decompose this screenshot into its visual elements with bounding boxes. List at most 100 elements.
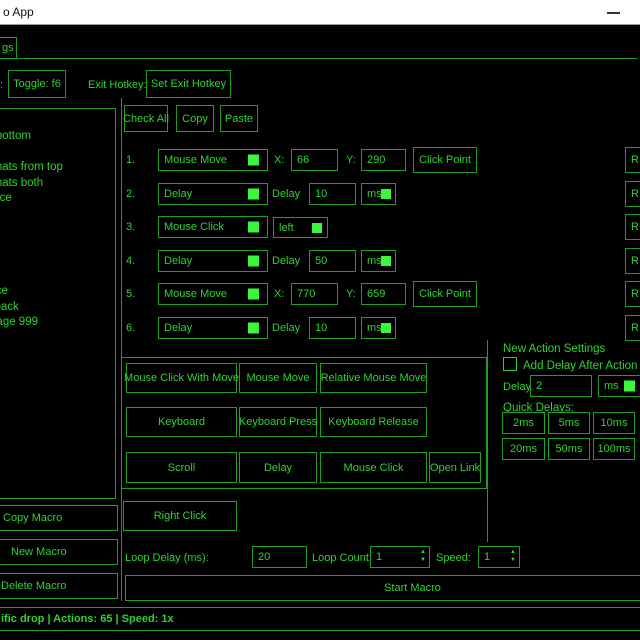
toggle-hotkey-button[interactable]: Toggle: f6 bbox=[8, 70, 66, 98]
titlebar: o App bbox=[0, 0, 640, 25]
list-item[interactable]: g mats from top bbox=[0, 161, 63, 173]
delete-macro-button[interactable]: Delete Macro bbox=[0, 573, 118, 599]
spinner-down-icon[interactable]: ▼ bbox=[420, 557, 426, 563]
add-mouse-click-button[interactable]: Mouse Click bbox=[320, 452, 427, 483]
add-mouse-click-with-move-button[interactable]: Mouse Click With Move bbox=[126, 363, 237, 393]
y-coordinate-input[interactable]: 290 bbox=[361, 149, 406, 171]
loop-delay-label: Loop Delay (ms): bbox=[125, 551, 209, 565]
spinner-down-icon[interactable]: ▼ bbox=[510, 557, 516, 563]
minimize-button[interactable] bbox=[598, 0, 628, 25]
spinner-up-icon[interactable]: ▲ bbox=[510, 549, 516, 555]
add-scroll-button[interactable]: Scroll bbox=[126, 452, 237, 483]
click-point-button[interactable]: Click Point bbox=[413, 281, 477, 307]
status-text: ific drop | Actions: 65 | Speed: 1x bbox=[0, 613, 174, 625]
add-keyboard-release-button[interactable]: Keyboard Release bbox=[320, 407, 427, 437]
add-keyboard-press-button[interactable]: Keyboard Press bbox=[239, 407, 317, 437]
action-type-value: Mouse Move bbox=[164, 288, 227, 300]
remove-action-button[interactable]: R bbox=[625, 315, 640, 341]
remove-action-button[interactable]: R bbox=[625, 281, 640, 307]
x-coordinate-input[interactable]: 770 bbox=[291, 283, 338, 305]
delay-unit-value: ms bbox=[367, 255, 382, 267]
new-macro-label: New Macro bbox=[11, 546, 67, 558]
list-item[interactable]: m bottom bbox=[0, 130, 31, 142]
delay-value-input[interactable]: 10 bbox=[309, 183, 356, 205]
add-delay-button[interactable]: Delay bbox=[239, 452, 317, 483]
click-point-button[interactable]: Click Point bbox=[413, 147, 477, 173]
remove-label: R bbox=[631, 221, 639, 233]
add-mouse-move-button[interactable]: Mouse Move bbox=[239, 363, 317, 393]
action-type-dropdown[interactable]: Mouse Move bbox=[158, 283, 268, 305]
delay-unit-dropdown[interactable]: ms bbox=[361, 183, 396, 205]
remove-label: R bbox=[631, 255, 639, 267]
add-right-click-button[interactable]: Right Click bbox=[123, 501, 237, 531]
set-exit-hotkey-button[interactable]: Set Exit Hotkey bbox=[146, 70, 231, 98]
x-coordinate-input[interactable]: 66 bbox=[291, 149, 338, 171]
remove-action-button[interactable]: R bbox=[625, 214, 640, 240]
spinner-arrows[interactable]: ▲▼ bbox=[420, 549, 426, 563]
tab-settings[interactable]: gs bbox=[0, 37, 17, 59]
macro-list[interactable]: o m bottom st g mats from top g mats bot… bbox=[0, 108, 116, 499]
dropdown-indicator-icon bbox=[248, 256, 259, 267]
quick-delay-20ms-button[interactable]: 20ms bbox=[502, 438, 545, 460]
remove-action-button[interactable]: R bbox=[625, 147, 640, 173]
delay-value-input[interactable]: 10 bbox=[309, 317, 356, 339]
quick-delay-100ms-button[interactable]: 100ms bbox=[593, 438, 635, 460]
add-open-link-button[interactable]: Open Link bbox=[429, 452, 481, 483]
action-type-dropdown[interactable]: Delay bbox=[158, 250, 268, 272]
loop-delay-input[interactable]: 20 bbox=[252, 546, 307, 568]
loop-count-label: Loop Count: bbox=[312, 551, 372, 565]
delay-unit-value: ms bbox=[367, 322, 382, 334]
new-action-settings-border bbox=[487, 340, 488, 542]
quick-delay-10ms-button[interactable]: 10ms bbox=[593, 412, 635, 434]
quick-delay-50ms-button[interactable]: 50ms bbox=[548, 438, 590, 460]
list-item[interactable]: rance bbox=[0, 192, 12, 204]
quick-delay-5ms-button[interactable]: 5ms bbox=[548, 412, 590, 434]
minimize-icon bbox=[607, 12, 620, 14]
y-coordinate-value: 659 bbox=[367, 288, 385, 300]
add-keyboard-button[interactable]: Keyboard bbox=[126, 407, 237, 437]
action-type-dropdown[interactable]: Delay bbox=[158, 183, 268, 205]
list-item[interactable]: ance bbox=[0, 285, 8, 297]
copy-button[interactable]: Copy bbox=[176, 105, 214, 132]
nas-delay-value: 2 bbox=[536, 380, 542, 392]
delay-unit-dropdown[interactable]: ms bbox=[361, 317, 396, 339]
delay-value-input[interactable]: 50 bbox=[309, 250, 356, 272]
mouse-button-dropdown[interactable]: left bbox=[273, 217, 328, 238]
dropdown-indicator-icon bbox=[381, 256, 391, 266]
action-type-dropdown[interactable]: Mouse Click bbox=[158, 216, 268, 238]
remove-label: R bbox=[631, 288, 639, 300]
action-type-value: Delay bbox=[164, 188, 192, 200]
new-macro-button[interactable]: New Macro bbox=[0, 539, 118, 565]
tab-label: gs bbox=[0, 41, 14, 55]
action-type-dropdown[interactable]: Delay bbox=[158, 317, 268, 339]
nas-delay-unit-value: ms bbox=[604, 380, 619, 392]
start-macro-button[interactable]: Start Macro bbox=[125, 575, 640, 601]
y-coordinate-input[interactable]: 659 bbox=[361, 283, 406, 305]
action-row-number: 5. bbox=[126, 287, 135, 301]
spinner-up-icon[interactable]: ▲ bbox=[420, 549, 426, 555]
add-relative-mouse-move-button[interactable]: Relative Mouse Move bbox=[320, 363, 427, 393]
speed-spinner[interactable]: 1 ▲▼ bbox=[478, 546, 520, 568]
paste-button[interactable]: Paste bbox=[220, 105, 258, 132]
check-all-button[interactable]: Check All bbox=[124, 105, 168, 132]
remove-action-button[interactable]: R bbox=[625, 181, 640, 207]
nas-delay-unit-dropdown[interactable]: ms bbox=[598, 375, 640, 397]
tabstrip-divider bbox=[17, 58, 637, 59]
action-type-dropdown[interactable]: Mouse Move bbox=[158, 149, 268, 171]
remove-action-button[interactable]: R bbox=[625, 248, 640, 274]
x-coordinate-value: 770 bbox=[297, 288, 315, 300]
dropdown-indicator-icon bbox=[248, 289, 259, 300]
list-item[interactable]: torage 999 bbox=[0, 316, 38, 328]
add-delay-checkbox[interactable] bbox=[503, 357, 517, 371]
quick-delay-2ms-button[interactable]: 2ms bbox=[502, 412, 545, 434]
nas-delay-input[interactable]: 2 bbox=[530, 375, 592, 397]
list-item[interactable]: ckpack bbox=[0, 301, 19, 313]
delay-value: 10 bbox=[315, 188, 327, 200]
spinner-arrows[interactable]: ▲▼ bbox=[510, 549, 516, 563]
loop-count-spinner[interactable]: 1 ▲▼ bbox=[370, 546, 430, 568]
list-item[interactable]: g mats both bbox=[0, 177, 43, 189]
copy-macro-button[interactable]: Copy Macro bbox=[0, 505, 118, 531]
action-type-value: Delay bbox=[164, 255, 192, 267]
dropdown-indicator-icon bbox=[248, 323, 259, 334]
delay-unit-dropdown[interactable]: ms bbox=[361, 250, 396, 272]
